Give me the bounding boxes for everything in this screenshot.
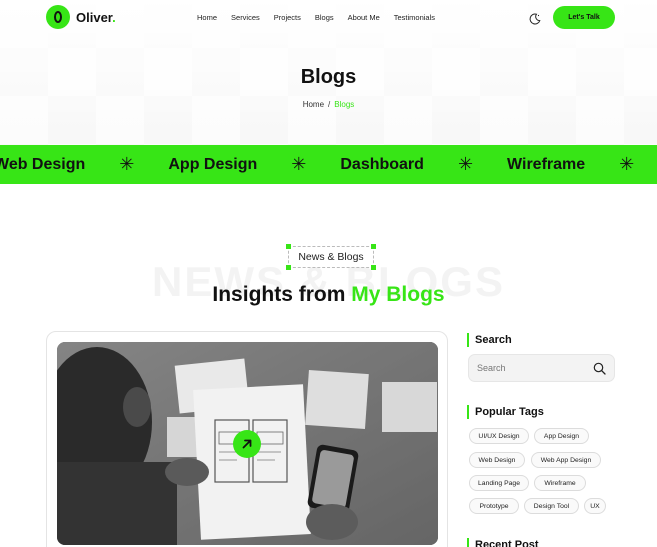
asterisk-icon: ✳ bbox=[119, 154, 135, 174]
nav-item-projects[interactable]: Projects bbox=[274, 13, 301, 22]
nav-item-blogs[interactable]: Blogs bbox=[315, 13, 334, 22]
section-title-main: Insights from bbox=[212, 283, 346, 306]
breadcrumb-current: Blogs bbox=[334, 100, 355, 109]
arrow-up-right-icon[interactable] bbox=[233, 430, 261, 458]
tag-web-design[interactable]: Web Design bbox=[469, 452, 525, 468]
nav-item-about[interactable]: About Me bbox=[348, 13, 380, 22]
nav-item-services[interactable]: Services bbox=[231, 13, 260, 22]
breadcrumb: Home / Blogs bbox=[0, 100, 657, 109]
band-item-web-design: Web Design bbox=[0, 155, 86, 173]
asterisk-icon: ✳ bbox=[291, 154, 307, 174]
band-item-dashboard: Dashboard bbox=[340, 155, 424, 173]
tag-landing-page[interactable]: Landing Page bbox=[469, 475, 529, 491]
tag-prototype[interactable]: Prototype bbox=[469, 498, 519, 514]
logo[interactable]: Oliver. bbox=[46, 5, 116, 29]
search-input[interactable] bbox=[469, 355, 579, 381]
asterisk-icon: ✳ bbox=[457, 154, 474, 174]
tag-wireframe[interactable]: Wireframe bbox=[534, 475, 586, 491]
tag-app-design[interactable]: App Design bbox=[534, 428, 589, 444]
eyebrow-label: News & Blogs bbox=[298, 251, 364, 263]
logo-dot: . bbox=[112, 9, 116, 25]
top-nav: Oliver. Home Services Projects Blogs Abo… bbox=[0, 0, 657, 36]
search-heading: Search bbox=[467, 333, 512, 347]
breadcrumb-home[interactable]: Home bbox=[303, 100, 324, 109]
section-title: Insights from My Blogs bbox=[0, 283, 657, 307]
popular-tags-heading: Popular Tags bbox=[467, 405, 544, 419]
tag-ui-ux-design[interactable]: UI/UX Design bbox=[469, 428, 529, 444]
search-icon[interactable] bbox=[593, 362, 606, 380]
recent-post-heading: Recent Post bbox=[467, 538, 539, 547]
logo-text: Oliver bbox=[76, 9, 113, 25]
asterisk-icon: ✳ bbox=[619, 154, 635, 174]
band-item-app-design: App Design bbox=[168, 155, 258, 173]
tag-ux[interactable]: UX bbox=[584, 498, 606, 514]
nav-item-testimonials[interactable]: Testimonials bbox=[394, 13, 435, 22]
logo-icon bbox=[46, 5, 70, 29]
section-eyebrow: News & Blogs bbox=[286, 244, 376, 270]
marquee-band: Web Design ✳ App Design ✳ Dashboard ✳ Wi… bbox=[0, 145, 657, 184]
section-title-accent: My Blogs bbox=[351, 283, 445, 306]
breadcrumb-separator: / bbox=[328, 100, 331, 109]
band-item-wireframe: Wireframe bbox=[507, 155, 586, 173]
search-box bbox=[468, 354, 615, 382]
page-title: Blogs bbox=[300, 66, 357, 88]
tag-web-app-design[interactable]: Web App Design bbox=[531, 452, 601, 468]
moon-icon[interactable] bbox=[526, 10, 544, 28]
nav-item-home[interactable]: Home bbox=[197, 13, 217, 22]
main-menu: Home Services Projects Blogs About Me Te… bbox=[197, 13, 449, 22]
tag-design-tool[interactable]: Design Tool bbox=[524, 498, 579, 514]
lets-talk-button[interactable]: Let's Talk bbox=[553, 6, 615, 29]
